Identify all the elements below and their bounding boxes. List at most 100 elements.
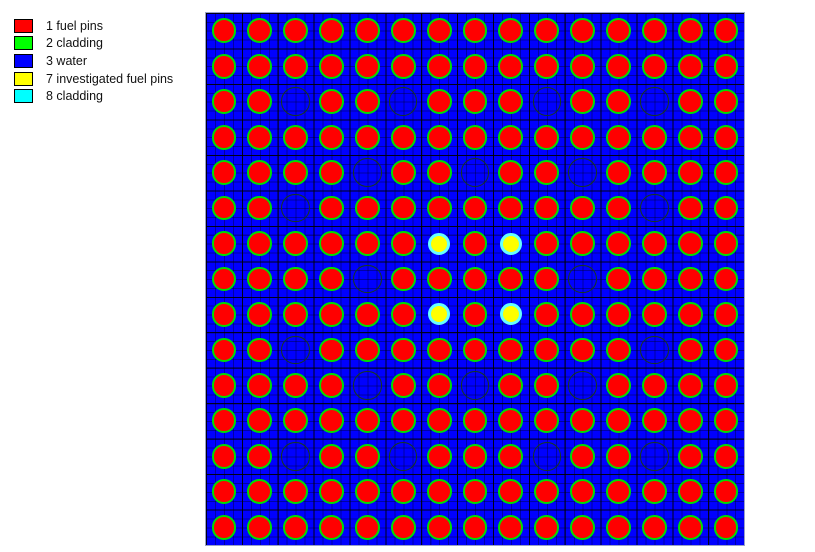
fuel-pin-cell <box>319 266 344 292</box>
fuel-pin-cell <box>641 231 667 256</box>
fuel-pin-cell <box>606 18 631 44</box>
fuel-pin-cell <box>534 53 560 79</box>
fuel-pin-cell <box>247 53 273 79</box>
guide-tube-cell <box>281 193 310 223</box>
fuel-pin-cell <box>211 124 237 150</box>
fuel-pin-cell <box>713 124 739 150</box>
fuel-pin-cell <box>354 302 380 327</box>
fuel-pin-cell <box>247 231 273 256</box>
fuel-pin-cell <box>641 18 667 44</box>
fuel-pin-cell <box>390 479 416 505</box>
fuel-pin-cell <box>641 479 667 505</box>
legend-label-cladding: 2 cladding <box>46 36 103 51</box>
fuel-assembly-lattice-plot <box>205 12 745 546</box>
legend-swatch-water <box>14 53 33 68</box>
guide-tube-cell <box>460 371 490 400</box>
fuel-pin-cell <box>606 479 631 505</box>
guide-tube-cell <box>568 264 597 294</box>
guide-tube-cell <box>568 158 597 187</box>
fuel-pin-cell <box>319 479 344 505</box>
fuel-pin-cell <box>247 302 273 327</box>
fuel-pin-cell <box>498 443 524 469</box>
fuel-pin-cell <box>211 443 237 469</box>
guide-tube-cell <box>532 442 561 471</box>
fuel-pin-cell <box>534 18 560 44</box>
lattice-cell-container <box>206 13 744 545</box>
fuel-pin-cell <box>390 408 416 434</box>
guide-tube-cell <box>389 87 418 116</box>
fuel-pin-cell <box>677 479 703 505</box>
fuel-pin-cell <box>390 160 416 185</box>
fuel-pin-cell <box>319 195 344 221</box>
fuel-pin-cell <box>247 160 273 185</box>
fuel-pin-cell <box>498 479 524 505</box>
guide-tube-cell <box>353 264 382 294</box>
guide-tube-cell <box>281 87 310 116</box>
fuel-pin-cell <box>211 160 237 185</box>
investigated-fuel-pin-cell <box>499 303 522 326</box>
fuel-pin-cell <box>462 18 488 44</box>
fuel-pin-cell <box>319 408 344 434</box>
guide-tube-cell <box>640 335 669 365</box>
legend-item-investigated-fuel-pins: 7 investigated fuel pins <box>14 70 194 88</box>
fuel-pin-cell <box>641 372 667 398</box>
fuel-pin-cell <box>247 266 273 292</box>
fuel-pin-cell <box>570 408 595 434</box>
fuel-pin-cell <box>713 408 739 434</box>
fuel-pin-cell <box>247 124 273 150</box>
fuel-pin-cell <box>570 53 595 79</box>
guide-tube-cell <box>640 442 669 471</box>
fuel-pin-cell <box>319 124 344 150</box>
fuel-pin-cell <box>319 231 344 256</box>
fuel-pin-cell <box>677 124 703 150</box>
fuel-pin-cell <box>534 266 560 292</box>
fuel-pin-cell <box>570 124 595 150</box>
fuel-pin-cell <box>677 514 703 540</box>
fuel-pin-cell <box>390 18 416 44</box>
fuel-pin-cell <box>570 443 595 469</box>
guide-tube-cell <box>640 87 669 116</box>
fuel-pin-cell <box>606 89 631 115</box>
fuel-pin-cell <box>354 479 380 505</box>
fuel-pin-cell <box>677 195 703 221</box>
fuel-pin-cell <box>426 514 452 540</box>
investigated-fuel-pin-cell <box>499 232 522 255</box>
fuel-pin-cell <box>534 160 560 185</box>
fuel-pin-cell <box>283 18 309 44</box>
fuel-pin-cell <box>462 479 488 505</box>
legend-label-fuel-pins: 1 fuel pins <box>46 18 103 33</box>
fuel-pin-cell <box>354 408 380 434</box>
fuel-pin-cell <box>606 514 631 540</box>
fuel-pin-cell <box>534 195 560 221</box>
fuel-pin-cell <box>606 302 631 327</box>
fuel-pin-cell <box>426 337 452 363</box>
guide-tube-cell <box>281 442 310 471</box>
fuel-pin-cell <box>283 408 309 434</box>
legend-label-water: 3 water <box>46 53 87 68</box>
fuel-pin-cell <box>677 231 703 256</box>
fuel-pin-cell <box>354 195 380 221</box>
fuel-pin-cell <box>677 372 703 398</box>
fuel-pin-cell <box>677 302 703 327</box>
fuel-pin-cell <box>713 231 739 256</box>
guide-tube-cell <box>460 158 490 187</box>
fuel-pin-cell <box>354 443 380 469</box>
fuel-pin-cell <box>319 302 344 327</box>
fuel-pin-cell <box>319 372 344 398</box>
guide-tube-cell <box>640 193 669 223</box>
guide-tube-cell <box>389 442 418 471</box>
fuel-pin-cell <box>211 195 237 221</box>
guide-tube-cell <box>281 335 310 365</box>
fuel-pin-cell <box>426 53 452 79</box>
fuel-pin-cell <box>247 443 273 469</box>
fuel-pin-cell <box>247 337 273 363</box>
fuel-pin-cell <box>247 514 273 540</box>
fuel-pin-cell <box>390 231 416 256</box>
fuel-pin-cell <box>354 231 380 256</box>
fuel-pin-cell <box>570 89 595 115</box>
fuel-pin-cell <box>283 479 309 505</box>
fuel-pin-cell <box>713 372 739 398</box>
fuel-pin-cell <box>247 18 273 44</box>
fuel-pin-cell <box>498 195 524 221</box>
fuel-pin-cell <box>677 443 703 469</box>
